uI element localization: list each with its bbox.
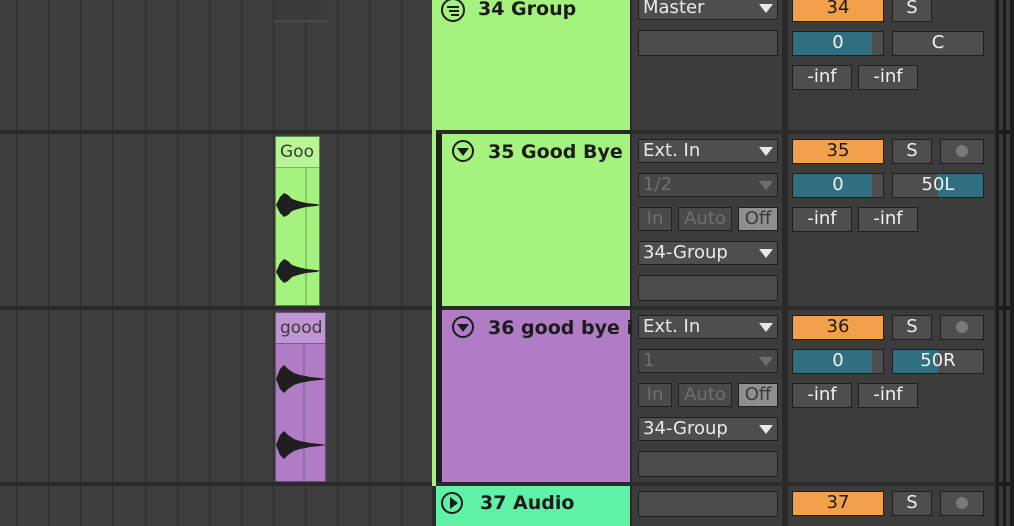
audio-to-dropdown[interactable]: 34-Group [638,241,778,265]
chevron-down-icon [759,249,773,258]
audio-to-value: 34-Group [643,418,728,439]
track-header-37[interactable]: 37 Audio [436,486,630,526]
level-meter-left [999,0,1003,130]
audio-to-dropdown[interactable]: 34-Group [638,417,778,441]
chevron-down-icon [759,4,773,13]
fold-icon[interactable] [441,492,463,514]
peak-level-right[interactable]: -inf [858,207,918,232]
solo-button[interactable]: S [892,491,932,516]
arrangement-lane-36[interactable] [0,310,432,482]
level-meter-left [999,134,1003,306]
level-meter-right [1006,310,1010,482]
audio-from-dropdown[interactable]: Ext. In [638,139,778,163]
waveform [276,167,319,305]
track-activator[interactable]: 34 [792,0,884,22]
level-meter-right [1006,486,1010,526]
arm-button[interactable] [940,491,984,516]
clip-name: good [280,318,323,338]
pan-slider[interactable]: 50R [892,349,984,374]
chevron-down-icon [759,147,773,156]
level-meter-left [999,486,1003,526]
output-channel-field[interactable] [638,451,778,477]
audio-from-value: Ext. In [643,140,701,161]
arm-button[interactable] [940,139,984,164]
track-header-36[interactable]: 36 good bye i [442,310,633,482]
track-name[interactable]: 34 Group [478,0,576,20]
solo-button[interactable]: S [892,139,932,164]
track-header-34[interactable]: 34 Group [436,0,630,130]
solo-button[interactable]: S [892,0,932,22]
peak-level-left[interactable]: -inf [792,65,852,90]
monitor-in-button[interactable]: In [638,207,672,231]
audio-clip-35[interactable]: Goo [275,136,320,306]
chevron-down-icon [759,357,773,366]
track-activator[interactable]: 37 [792,491,884,516]
arrangement-lane-34[interactable] [0,0,432,130]
arrangement-lane-35[interactable] [0,134,432,306]
track-name[interactable]: 37 Audio [480,492,574,514]
track-name[interactable]: 36 good bye i [488,317,633,339]
audio-to-value: Master [643,0,705,18]
audio-to-dropdown[interactable]: Master [638,0,778,20]
record-arm-icon [956,145,968,157]
level-meter-right [1006,134,1010,306]
input-channel-value: 1/2 [643,174,672,195]
audio-from-dropdown[interactable]: Ext. In [638,315,778,339]
group-clip-overview [274,0,326,22]
track-activator[interactable]: 35 [792,139,884,164]
level-meter-right [1006,0,1010,130]
group-icon[interactable] [441,0,465,22]
monitor-in-button[interactable]: In [638,383,672,407]
input-channel-value: 1 [643,350,655,371]
fold-icon[interactable] [452,316,474,338]
monitor-auto-button[interactable]: Auto [678,383,732,407]
audio-from-value: Ext. In [643,316,701,337]
volume-slider[interactable]: 0 [792,31,884,56]
clip-name: Goo [280,142,314,162]
record-arm-icon [956,321,968,333]
input-channel-dropdown[interactable]: 1/2 [638,173,778,197]
monitor-off-button[interactable]: Off [738,207,778,231]
chevron-down-icon [759,323,773,332]
level-meter-left [999,310,1003,482]
record-arm-icon [956,497,968,509]
track-header-35[interactable]: 35 Good Bye [442,134,630,306]
output-channel-field[interactable] [638,30,778,56]
peak-level-right[interactable]: -inf [858,383,918,408]
chevron-down-icon [759,181,773,190]
waveform [276,343,325,481]
fold-icon[interactable] [452,140,474,162]
solo-button[interactable]: S [892,315,932,340]
output-channel-field[interactable] [638,491,778,517]
peak-level-left[interactable]: -inf [792,207,852,232]
peak-level-left[interactable]: -inf [792,383,852,408]
monitor-off-button[interactable]: Off [738,383,778,407]
monitor-auto-button[interactable]: Auto [678,207,732,231]
audio-clip-36[interactable]: good [275,312,326,482]
input-channel-dropdown[interactable]: 1 [638,349,778,373]
audio-to-value: 34-Group [643,242,728,263]
volume-slider[interactable]: 0 [792,173,884,198]
pan-slider[interactable]: 50L [892,173,984,198]
arm-button[interactable] [940,315,984,340]
volume-slider[interactable]: 0 [792,349,884,374]
track-activator[interactable]: 36 [792,315,884,340]
output-channel-field[interactable] [638,275,778,301]
pan-slider[interactable]: C [892,31,984,56]
chevron-down-icon [759,425,773,434]
peak-level-right[interactable]: -inf [858,65,918,90]
track-name[interactable]: 35 Good Bye [488,141,623,163]
arrangement-lane-37[interactable] [0,486,432,526]
